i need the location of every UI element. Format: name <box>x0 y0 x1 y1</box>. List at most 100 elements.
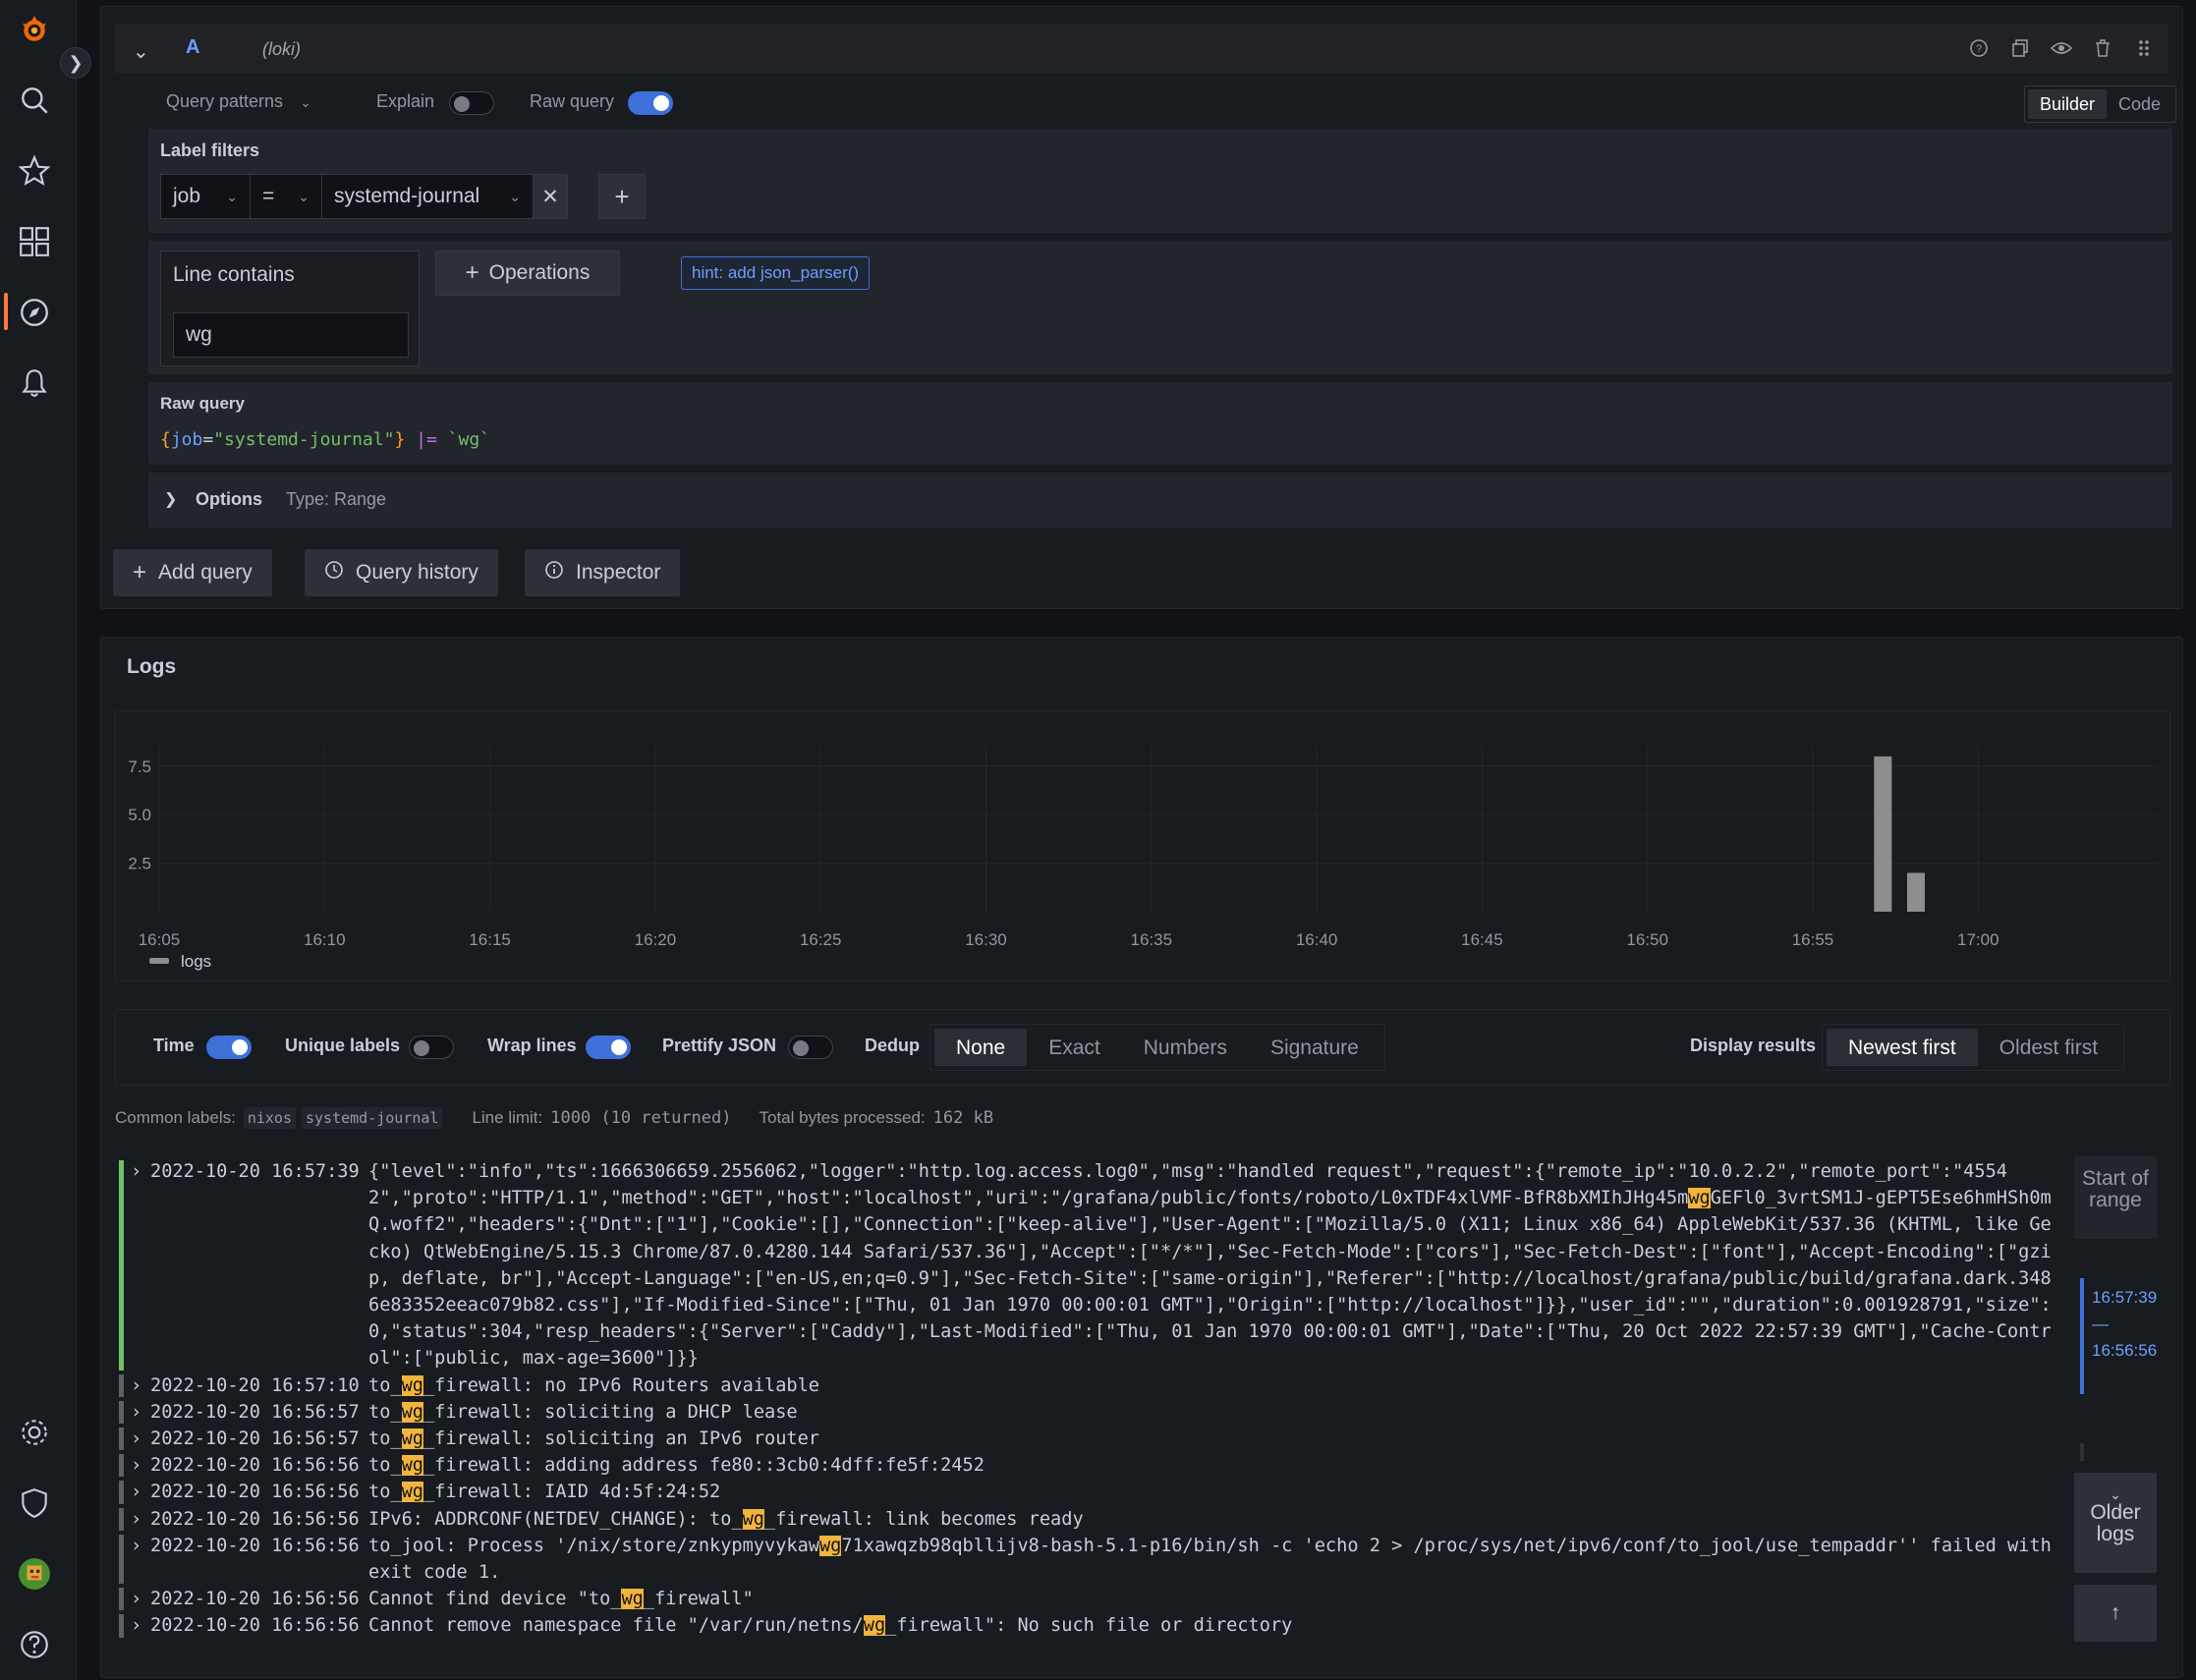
duplicate-icon[interactable] <box>2009 36 2031 60</box>
add-query-button[interactable]: + Add query <box>113 549 272 596</box>
expand-chevron-icon[interactable]: › <box>131 1612 141 1639</box>
query-history-label: Query history <box>356 561 479 584</box>
logs-navigation: Start of range 16:57:39 — 16:56:56 ⌄ Old… <box>2074 1156 2157 1648</box>
range-bottom-time: 16:56:56 <box>2092 1341 2158 1360</box>
raw-query-toggle[interactable] <box>628 91 673 115</box>
collapse-chevron-icon[interactable]: ⌄ <box>133 39 149 64</box>
label-filters-section: Label filters job ⌄ = ⌄ systemd-journal ⌄ ✕… <box>148 129 2172 233</box>
add-query-label: Add query <box>158 561 253 584</box>
expand-chevron-icon[interactable]: › <box>131 1372 141 1399</box>
help-icon[interactable]: ? <box>1968 36 1990 60</box>
log-row[interactable]: › 2022-10-20 16:56:56 IPv6: ADDRCONF(NETDE… <box>119 1506 2062 1533</box>
x-tick-label: 16:15 <box>469 930 511 949</box>
plus-icon: + <box>614 181 630 211</box>
expand-nav-button[interactable]: ❯ <box>60 47 91 79</box>
logs-panel: Logs 2.5 5.0 7.5 16:05 16:10 16:15 16:20 16:25 1… <box>100 637 2183 1678</box>
hint-json-parser-button[interactable]: hint: add json_parser() <box>681 256 871 290</box>
add-filter-button[interactable]: + <box>598 174 646 219</box>
prettify-json-toggle[interactable] <box>788 1036 833 1059</box>
current-range-label[interactable]: 16:57:39 — 16:56:56 <box>2092 1284 2157 1364</box>
log-row[interactable]: › 2022-10-20 16:56:57 to_wg_firewall: soli… <box>119 1426 2062 1452</box>
query-history-button[interactable]: Query history <box>305 549 498 596</box>
label-filters-title: Label filters <box>160 140 260 160</box>
operator-select[interactable]: = ⌄ <box>250 174 322 219</box>
grafana-logo-icon[interactable] <box>17 12 52 47</box>
avatar[interactable] <box>17 1556 52 1592</box>
label-select[interactable]: job ⌄ <box>160 174 251 219</box>
shield-icon[interactable] <box>17 1485 52 1521</box>
log-row[interactable]: › 2022-10-20 16:57:39 {"level":"info","ts"… <box>119 1158 2062 1372</box>
log-timestamp: 2022-10-20 16:56:57 <box>150 1428 360 1450</box>
value-select[interactable]: systemd-journal ⌄ <box>321 174 534 219</box>
help-icon[interactable] <box>17 1627 52 1662</box>
expand-chevron-icon[interactable]: › <box>131 1452 141 1479</box>
eye-icon[interactable] <box>2051 36 2072 60</box>
log-row[interactable]: › 2022-10-20 16:56:56 to_wg_firewall: IAID… <box>119 1479 2062 1505</box>
gear-icon[interactable] <box>17 1415 52 1450</box>
log-text: Cannot remove namespace file "/var/run/n… <box>368 1615 864 1637</box>
log-message: IPv6: ADDRCONF(NETDEV_CHANGE): to_wg_fir… <box>368 1506 2058 1533</box>
search-highlight: wg <box>818 1535 842 1556</box>
options-section[interactable]: ❯ Options Type: Range <box>148 473 2172 528</box>
code-mode-button[interactable]: Code <box>2107 89 2172 119</box>
plus-icon: + <box>133 559 147 586</box>
start-of-range-button[interactable]: Start of range <box>2074 1156 2157 1239</box>
expand-chevron-icon[interactable]: › <box>131 1506 141 1533</box>
expand-chevron-icon[interactable]: › <box>131 1399 141 1426</box>
query-patterns-dropdown[interactable]: Query patterns ⌄ <box>166 91 311 112</box>
chevron-down-icon: ⌄ <box>300 94 311 110</box>
log-row[interactable]: › 2022-10-20 16:56:56 Cannot remove namesp… <box>119 1612 2062 1639</box>
expand-chevron-icon[interactable]: › <box>131 1586 141 1612</box>
star-icon[interactable] <box>17 153 52 189</box>
scroll-to-top-button[interactable]: ↑ <box>2074 1585 2157 1642</box>
log-row[interactable]: › 2022-10-20 16:56:56 to_wg_firewall: addi… <box>119 1452 2062 1479</box>
log-timestamp: 2022-10-20 16:56:56 <box>150 1615 360 1637</box>
expand-chevron-icon[interactable]: › <box>131 1158 141 1185</box>
expand-chevron-icon[interactable]: › <box>131 1533 141 1559</box>
builder-mode-button[interactable]: Builder <box>2027 89 2107 119</box>
log-display-controls: Time Unique labels Wrap lines Prettify J… <box>115 1009 2170 1086</box>
raw-eq: = <box>202 429 214 450</box>
search-icon[interactable] <box>17 83 52 118</box>
log-level-bar <box>119 1428 124 1451</box>
dedup-none-option[interactable]: None <box>934 1029 1028 1066</box>
x-tick-label: 16:25 <box>800 930 842 949</box>
log-text: IPv6: ADDRCONF(NETDEV_CHANGE): to_ <box>368 1508 743 1530</box>
operations-button[interactable]: + Operations <box>435 251 620 296</box>
query-patterns-label: Query patterns <box>166 91 284 111</box>
drag-handle-icon[interactable] <box>2133 36 2155 60</box>
log-message: to_jool: Process '/nix/store/znkypmyvyka… <box>368 1533 2058 1586</box>
inspector-button[interactable]: Inspector <box>525 549 681 596</box>
close-icon: ✕ <box>541 185 559 208</box>
newest-first-option[interactable]: Newest first <box>1827 1029 1978 1066</box>
log-row[interactable]: › 2022-10-20 16:57:10 to_wg_firewall: no I… <box>119 1372 2062 1399</box>
older-logs-button[interactable]: ⌄ Older logs <box>2074 1473 2157 1573</box>
remove-filter-button[interactable]: ✕ <box>533 174 568 219</box>
explain-toggle[interactable] <box>449 91 494 115</box>
explore-compass-icon[interactable] <box>17 295 52 330</box>
trash-icon[interactable] <box>2092 36 2113 60</box>
alerting-bell-icon[interactable] <box>17 365 52 401</box>
dedup-signature-option[interactable]: Signature <box>1249 1029 1380 1066</box>
y-tick-label: 5.0 <box>128 806 151 824</box>
dedup-numbers-option[interactable]: Numbers <box>1122 1029 1249 1066</box>
dedup-exact-option[interactable]: Exact <box>1027 1029 1122 1066</box>
expand-chevron-icon[interactable]: › <box>131 1426 141 1452</box>
chevron-right-icon: ❯ <box>68 52 84 73</box>
unique-labels-toggle[interactable] <box>409 1036 454 1059</box>
log-text: _firewall: no IPv6 Routers available <box>422 1374 819 1396</box>
oldest-first-option[interactable]: Oldest first <box>1978 1029 2119 1066</box>
log-row[interactable]: › 2022-10-20 16:56:56 to_jool: Process '/n… <box>119 1533 2062 1586</box>
x-tick-label: 16:55 <box>1792 930 1834 949</box>
dashboards-icon[interactable] <box>17 224 52 259</box>
wrap-lines-toggle[interactable] <box>586 1036 631 1059</box>
legend-label: logs <box>181 952 211 971</box>
logs-title: Logs <box>127 655 177 678</box>
expand-chevron-icon[interactable]: › <box>131 1479 141 1505</box>
operator-select-value: = <box>262 185 275 207</box>
line-contains-input[interactable]: wg <box>173 312 409 358</box>
query-ref-letter[interactable]: A <box>186 36 199 59</box>
log-row[interactable]: › 2022-10-20 16:56:57 to_wg_firewall: soli… <box>119 1399 2062 1426</box>
time-toggle[interactable] <box>206 1036 252 1059</box>
log-row[interactable]: › 2022-10-20 16:56:56 Cannot find device "… <box>119 1586 2062 1612</box>
